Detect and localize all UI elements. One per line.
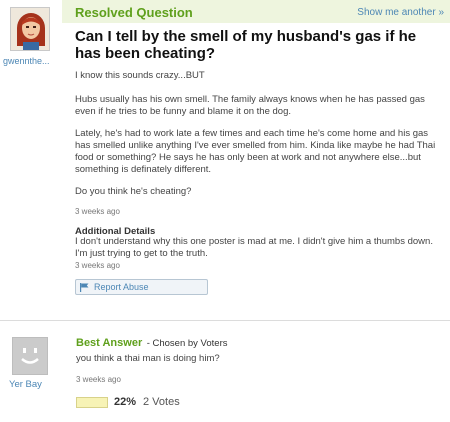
vote-count: 2 Votes	[143, 396, 180, 408]
question-paragraph: Lately, he's had to work late a few time…	[75, 128, 436, 175]
answerer-avatar[interactable]	[12, 337, 48, 375]
question-panel: Resolved Question Show me another » Can …	[62, 0, 450, 302]
vote-bar	[76, 397, 108, 408]
chosen-by-label: - Chosen by Voters	[146, 338, 228, 349]
best-answer-heading: Best Answer - Chosen by Voters	[76, 333, 227, 351]
answer-timestamp: 3 weeks ago	[76, 375, 121, 384]
answer-text: you think a thai man is doing him?	[76, 353, 220, 364]
question-timestamp: 3 weeks ago	[75, 207, 120, 216]
best-answer-label: Best Answer	[76, 337, 143, 349]
question-block: gwennthe... Resolved Question Show me an…	[0, 0, 450, 302]
question-paragraph: I know this sounds crazy...BUT	[75, 70, 205, 81]
default-avatar-icon	[13, 338, 47, 374]
report-abuse-label: Report Abuse	[94, 282, 149, 292]
asker-name[interactable]: gwennthe...	[3, 56, 50, 66]
status-title: Resolved Question	[75, 5, 193, 20]
answerer-name[interactable]: Yer Bay	[9, 379, 42, 390]
report-abuse-button[interactable]: Report Abuse	[75, 279, 208, 295]
question-paragraph: Hubs usually has his own smell. The fami…	[75, 94, 425, 117]
question-paragraph: Do you think he's cheating?	[75, 186, 192, 197]
user-avatar-icon	[11, 8, 49, 50]
asker-avatar[interactable]	[10, 7, 50, 51]
additional-details-timestamp: 3 weeks ago	[75, 261, 120, 270]
question-title: Can I tell by the smell of my husband's …	[75, 28, 417, 62]
best-answer-block: Yer Bay Best Answer - Chosen by Voters y…	[0, 321, 450, 422]
asker-column: gwennthe...	[0, 0, 62, 302]
question-header: Resolved Question Show me another »	[62, 0, 450, 23]
additional-details-text: I don't understand why this one poster i…	[75, 236, 433, 259]
show-another-link[interactable]: Show me another »	[357, 7, 444, 18]
vote-percent: 22%	[114, 396, 137, 408]
flag-icon	[80, 283, 89, 292]
